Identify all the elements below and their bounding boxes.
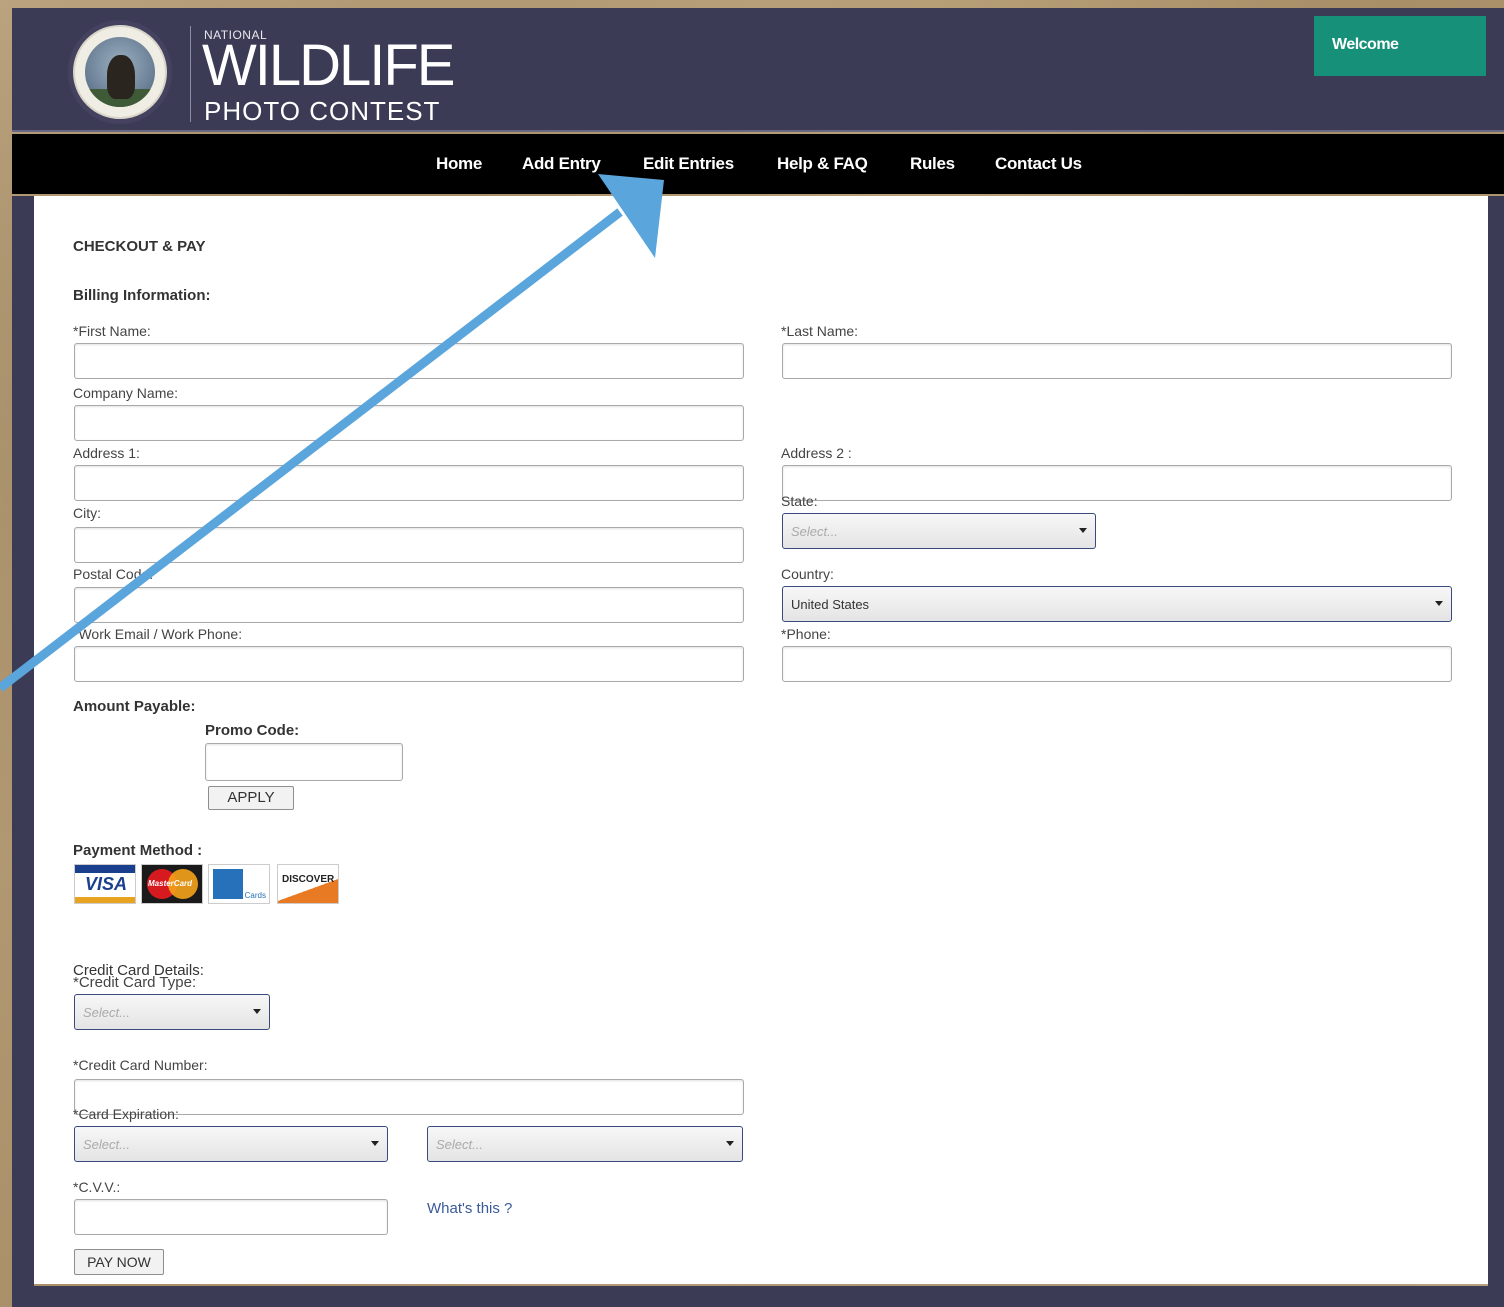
- blue-arrow-annotation-icon: [0, 174, 664, 692]
